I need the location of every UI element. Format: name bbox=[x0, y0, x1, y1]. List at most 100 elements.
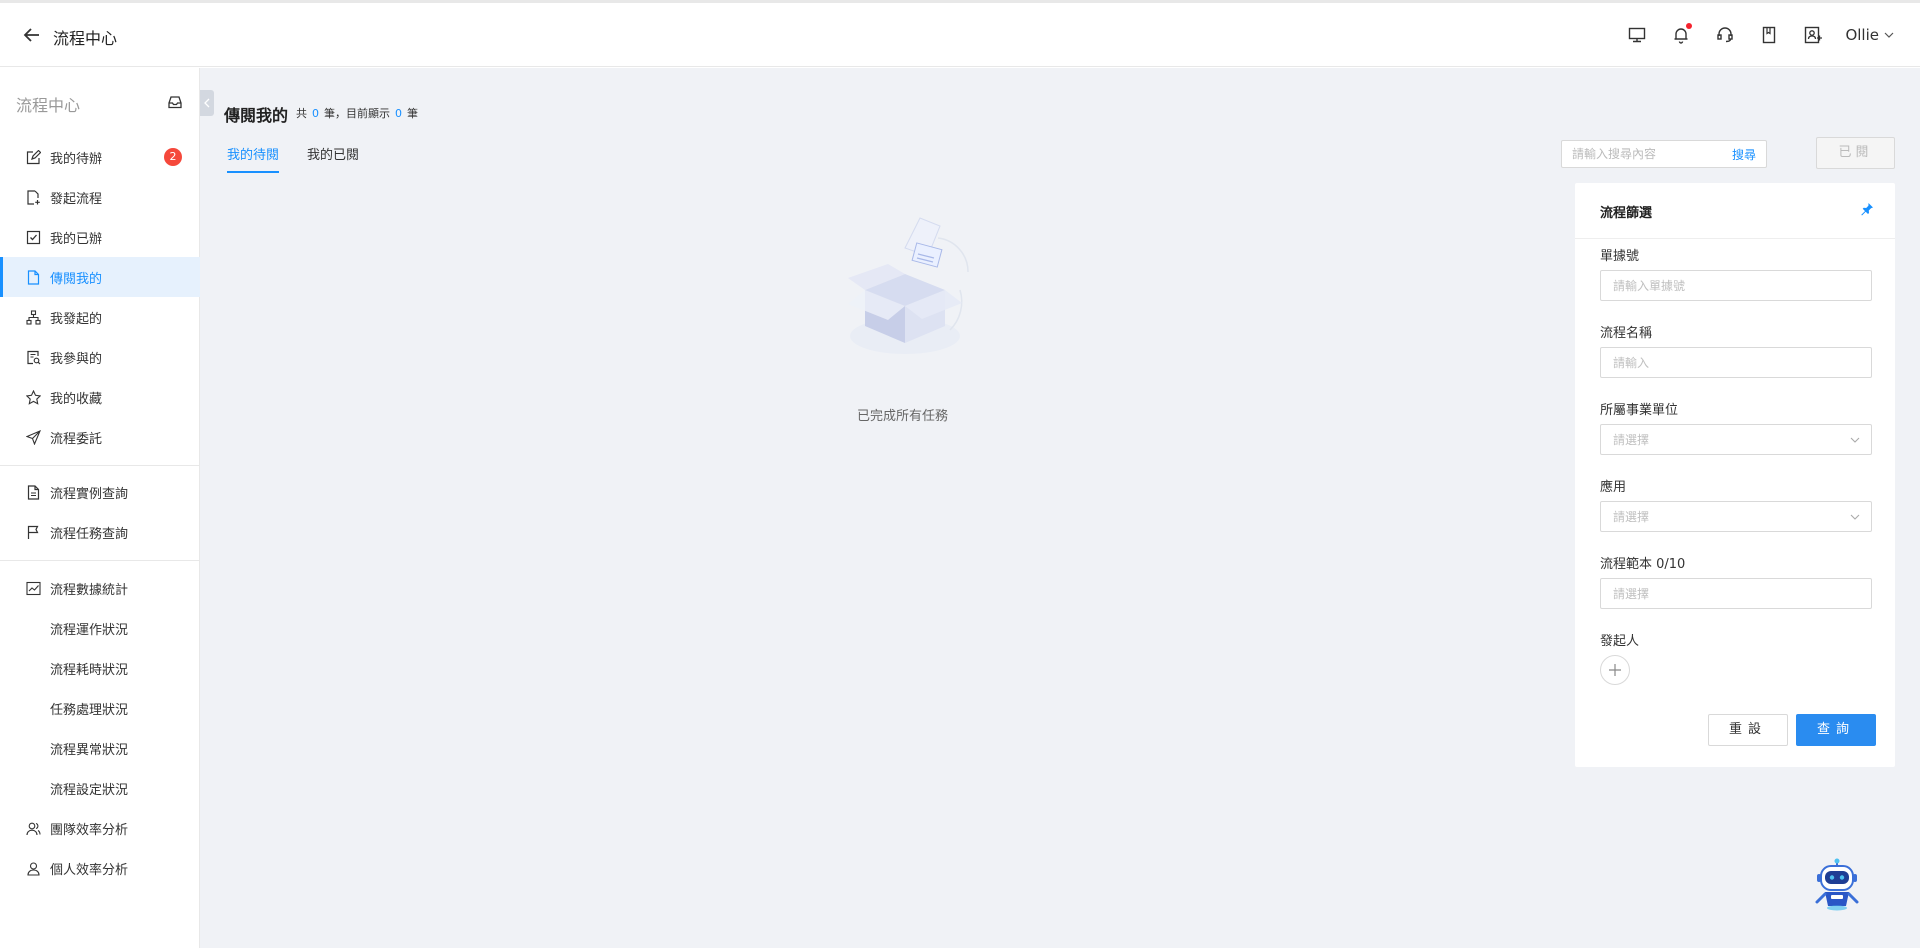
page-title: 傳閱我的 bbox=[224, 106, 289, 125]
sidebar-item-label: 我的收藏 bbox=[50, 391, 103, 407]
assistant-robot-icon[interactable] bbox=[1812, 858, 1862, 912]
sidebar-item-label: 流程運作狀況 bbox=[50, 622, 129, 638]
sidebar-item-statistics[interactable]: 流程數據統計 bbox=[0, 568, 200, 608]
sidebar-item-exception-status[interactable]: 流程異常狀況 bbox=[0, 728, 200, 768]
sidebar: 流程中心 我的待辦 2 發起流程 我的已辦 傳閱我的 我發起的 我參與的 我的收… bbox=[0, 68, 200, 948]
tab-bar: 我的待閱 我的已閱 bbox=[227, 144, 387, 173]
sidebar-item-label: 發起流程 bbox=[50, 191, 103, 207]
todo-count-badge: 2 bbox=[164, 148, 182, 166]
record-count: 共 0 筆，目前顯示 0 筆 bbox=[296, 105, 418, 121]
sidebar-item-personal-efficiency[interactable]: 個人效率分析 bbox=[0, 848, 200, 888]
sidebar-item-label: 流程異常狀況 bbox=[50, 742, 129, 758]
field-label-business-unit: 所屬事業單位 bbox=[1600, 403, 1679, 418]
sidebar-item-label: 團隊效率分析 bbox=[50, 822, 129, 838]
app-title: 流程中心 bbox=[53, 29, 118, 48]
sidebar-item-label: 我發起的 bbox=[50, 311, 103, 327]
sidebar-item-delegation[interactable]: 流程委託 bbox=[0, 417, 200, 457]
sidebar-item-my-todo[interactable]: 我的待辦 2 bbox=[0, 137, 200, 177]
sidebar-item-my-done[interactable]: 我的已辦 bbox=[0, 217, 200, 257]
doc-number-field bbox=[1600, 270, 1872, 301]
field-label-process-name: 流程名稱 bbox=[1600, 326, 1653, 341]
headset-icon[interactable] bbox=[1713, 23, 1737, 47]
select-placeholder: 請選擇 bbox=[1613, 510, 1650, 524]
mark-read-button[interactable]: 已閱 bbox=[1816, 137, 1895, 169]
count-suffix: 筆 bbox=[407, 107, 418, 120]
sidebar-item-label: 流程委託 bbox=[50, 431, 103, 447]
back-arrow-icon[interactable] bbox=[22, 25, 42, 45]
select-placeholder: 請選擇 bbox=[1613, 587, 1650, 601]
template-select[interactable]: 請選擇 bbox=[1600, 578, 1872, 609]
filter-title: 流程篩選 bbox=[1600, 206, 1653, 221]
sidebar-divider bbox=[0, 465, 200, 466]
filter-panel: 流程篩選 單據號 流程名稱 所屬事業單位 請選擇 應用 請選擇 流程範本 0/1… bbox=[1575, 183, 1895, 767]
search-box: 搜尋 bbox=[1561, 140, 1767, 168]
file-add-icon bbox=[25, 189, 41, 205]
shown-count: 0 bbox=[395, 107, 402, 120]
checkbox-icon bbox=[25, 229, 41, 245]
doc-number-input[interactable] bbox=[1613, 278, 1853, 293]
notification-dot bbox=[1686, 23, 1693, 29]
chevron-down-icon bbox=[1884, 32, 1894, 38]
sidebar-item-team-efficiency[interactable]: 團隊效率分析 bbox=[0, 808, 200, 848]
empty-box-illustration bbox=[848, 217, 969, 354]
file-text-icon bbox=[25, 484, 41, 500]
tab-read[interactable]: 我的已閱 bbox=[307, 144, 359, 173]
process-name-input[interactable] bbox=[1613, 355, 1853, 370]
filter-header: 流程篩選 bbox=[1575, 183, 1895, 239]
sidebar-item-task-query[interactable]: 流程任務查詢 bbox=[0, 512, 200, 552]
sidebar-item-task-handling-status[interactable]: 任務處理狀況 bbox=[0, 688, 200, 728]
bell-icon[interactable] bbox=[1669, 23, 1693, 47]
total-count: 0 bbox=[312, 107, 319, 120]
chevron-down-icon bbox=[1850, 514, 1860, 520]
book-icon[interactable] bbox=[1757, 23, 1781, 47]
user-name: Ollie bbox=[1845, 26, 1879, 44]
sidebar-item-favorites[interactable]: 我的收藏 bbox=[0, 377, 200, 417]
monitor-icon[interactable] bbox=[1625, 23, 1649, 47]
user-switch-icon[interactable] bbox=[1801, 23, 1825, 47]
tab-to-read[interactable]: 我的待閱 bbox=[227, 144, 280, 173]
inbox-icon[interactable] bbox=[167, 94, 183, 114]
query-button[interactable]: 查詢 bbox=[1796, 714, 1876, 746]
process-name-field bbox=[1600, 347, 1872, 378]
sidebar-item-config-status[interactable]: 流程設定狀況 bbox=[0, 768, 200, 808]
sidebar-item-time-status[interactable]: 流程耗時狀況 bbox=[0, 648, 200, 688]
select-placeholder: 請選擇 bbox=[1613, 433, 1650, 447]
pin-icon[interactable] bbox=[1860, 202, 1874, 220]
sidebar-item-label: 個人效率分析 bbox=[50, 862, 129, 878]
reset-button[interactable]: 重設 bbox=[1708, 714, 1788, 746]
count-middle: 筆，目前顯示 bbox=[324, 107, 390, 120]
application-select[interactable]: 請選擇 bbox=[1600, 501, 1872, 532]
sidebar-item-operation-status[interactable]: 流程運作狀況 bbox=[0, 608, 200, 648]
chart-icon bbox=[25, 580, 41, 596]
chevron-left-icon bbox=[204, 98, 210, 108]
count-prefix: 共 bbox=[296, 107, 307, 120]
field-label-template: 流程範本 0/10 bbox=[1600, 557, 1686, 572]
sidebar-item-initiated-by-me[interactable]: 我發起的 bbox=[0, 297, 200, 337]
empty-state-text: 已完成所有任務 bbox=[856, 409, 948, 424]
collapse-sidebar-button[interactable] bbox=[200, 90, 214, 116]
app-header: 流程中心 Ollie bbox=[0, 3, 1920, 67]
sidebar-item-start-process[interactable]: 發起流程 bbox=[0, 177, 200, 217]
user-menu[interactable]: Ollie bbox=[1845, 26, 1895, 44]
add-initiator-button[interactable] bbox=[1600, 655, 1630, 685]
sidebar-item-participated[interactable]: 我參與的 bbox=[0, 337, 200, 377]
plus-icon bbox=[1609, 664, 1621, 676]
business-unit-select[interactable]: 請選擇 bbox=[1600, 424, 1872, 455]
org-icon bbox=[25, 309, 41, 325]
sidebar-item-instance-query[interactable]: 流程實例查詢 bbox=[0, 472, 200, 512]
sidebar-divider bbox=[0, 560, 200, 561]
sidebar-item-label: 流程耗時狀況 bbox=[50, 662, 129, 678]
user-icon bbox=[25, 860, 41, 876]
file-search-icon bbox=[25, 349, 41, 365]
sidebar-item-label: 流程設定狀況 bbox=[50, 782, 129, 798]
sidebar-item-label: 我的已辦 bbox=[50, 231, 103, 247]
team-icon bbox=[25, 820, 41, 836]
sidebar-title: 流程中心 bbox=[16, 96, 81, 115]
sidebar-item-label: 流程數據統計 bbox=[50, 582, 129, 598]
sidebar-item-circulated-to-me[interactable]: 傳閱我的 bbox=[0, 257, 200, 297]
send-icon bbox=[25, 429, 41, 445]
search-input[interactable] bbox=[1572, 141, 1722, 167]
sidebar-item-label: 任務處理狀況 bbox=[50, 702, 129, 718]
star-icon bbox=[25, 389, 41, 405]
search-button[interactable]: 搜尋 bbox=[1732, 146, 1756, 163]
